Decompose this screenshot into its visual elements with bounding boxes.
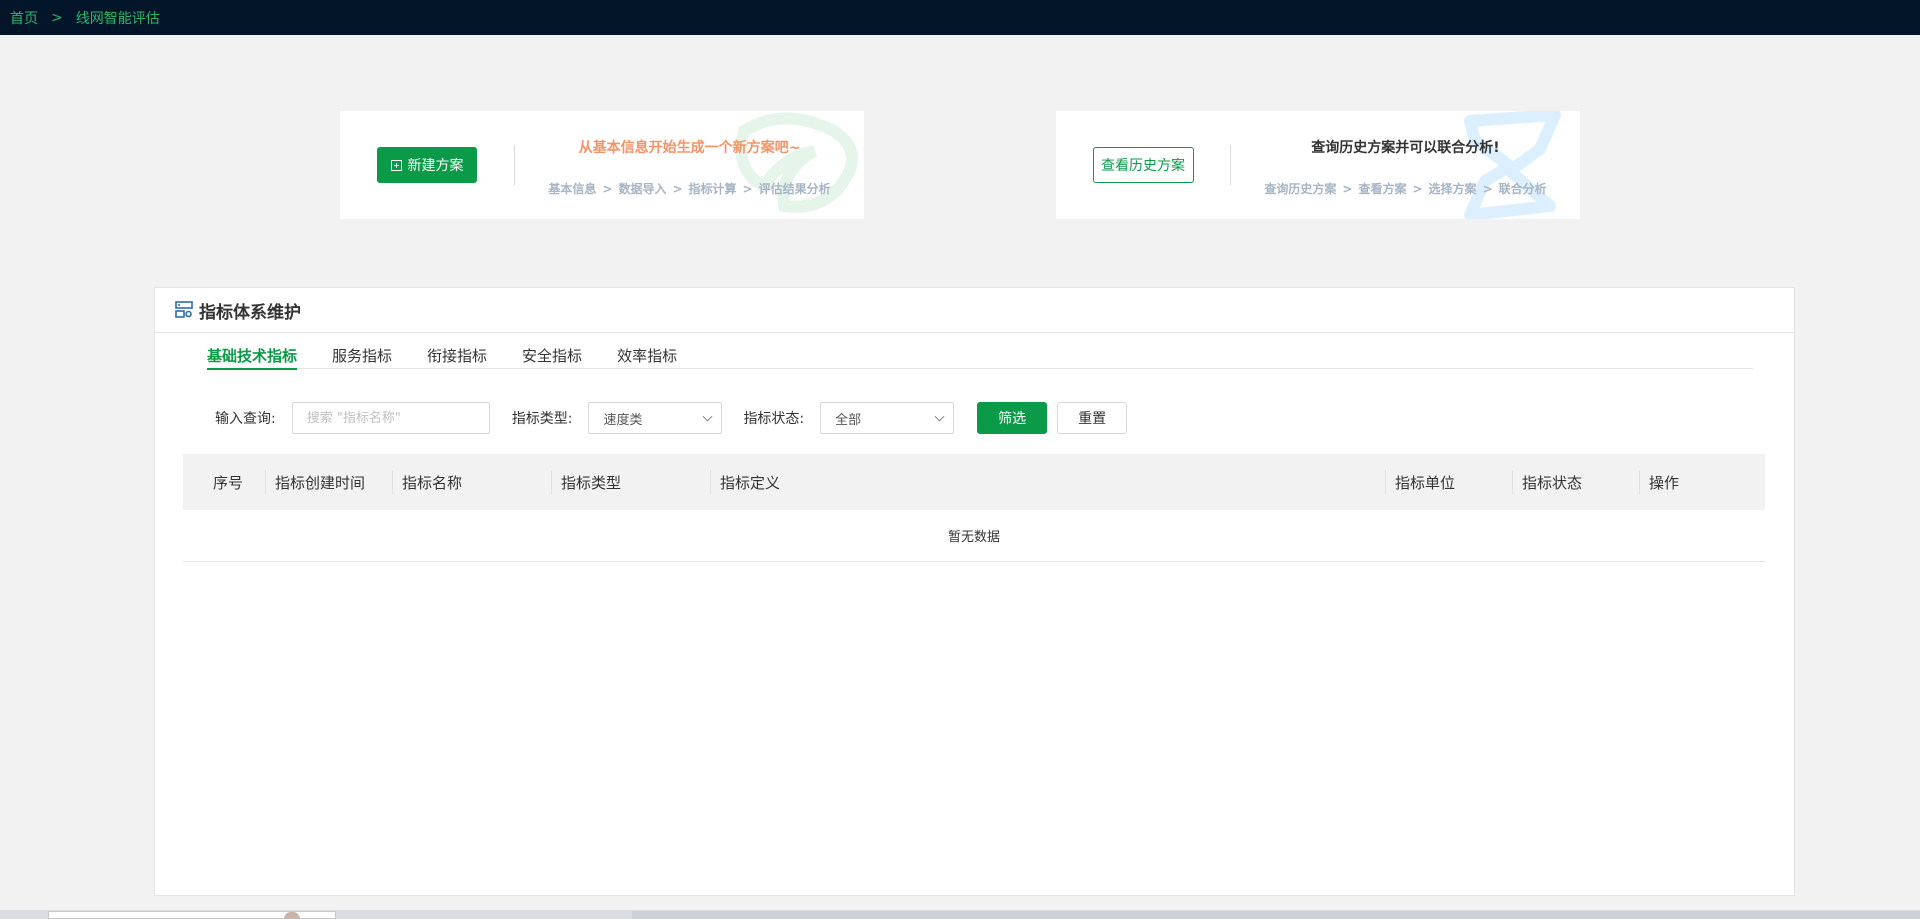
column-header: 指标名称 (392, 454, 551, 510)
empty-state: 暂无数据 (183, 510, 1765, 562)
server-settings-icon (175, 301, 193, 319)
leaf-watermark-icon (735, 112, 858, 213)
status-select[interactable]: 全部 (820, 402, 955, 434)
search-input[interactable] (291, 402, 490, 434)
new-plan-card: 新建方案 从基本信息开始生成一个新方案吧~ 基本信息 > 数据导入 > 指标计算 > 评估结… (340, 111, 864, 219)
taskbar (0, 910, 1920, 919)
column-header: 指标创建时间 (265, 454, 392, 510)
plus-square-icon (390, 159, 402, 171)
taskbar-window[interactable] (632, 911, 1920, 919)
column-header: 操作 (1639, 454, 1765, 510)
column-header: 指标单位 (1385, 454, 1512, 510)
history-plan-card: 查看历史方案 查询历史方案并可以联合分析! 查询历史方案 > 查看方案 > 选择方案 > 联… (1056, 111, 1580, 219)
new-plan-steps: 基本信息 > 数据导入 > 指标计算 > 评估结果分析 (548, 182, 831, 196)
status-label: 指标状态: (743, 411, 805, 427)
step: 查询历史方案 (1264, 182, 1337, 196)
column-header: 指标定义 (710, 454, 1385, 510)
indicator-tabs: 基础技术指标 服务指标 衔接指标 安全指标 效率指标 (207, 345, 1753, 370)
type-select[interactable]: 速度类 (588, 402, 723, 434)
avatar (284, 912, 300, 919)
chevron-down-icon (702, 411, 713, 421)
history-title: 查询历史方案并可以联合分析! (1311, 140, 1500, 156)
filter-button[interactable]: 筛选 (977, 402, 1048, 434)
new-plan-button[interactable]: 新建方案 (377, 147, 477, 183)
reset-button[interactable]: 重置 (1057, 402, 1128, 434)
step: 选择方案 (1428, 182, 1477, 196)
tab-safety[interactable]: 安全指标 (522, 345, 582, 369)
new-plan-title: 从基本信息开始生成一个新方案吧~ (578, 140, 801, 156)
step: 基本信息 (548, 182, 597, 196)
breadcrumb-current[interactable]: 线网智能评估 (76, 8, 160, 28)
view-history-button[interactable]: 查看历史方案 (1092, 147, 1194, 183)
step: 数据导入 (618, 182, 667, 196)
step: 指标计算 (688, 182, 737, 196)
tab-efficiency[interactable]: 效率指标 (617, 345, 677, 369)
hourglass-watermark-icon (1464, 111, 1561, 219)
step: 查看方案 (1358, 182, 1407, 196)
breadcrumb-separator: > (51, 9, 63, 26)
query-label: 输入查询: (215, 411, 276, 427)
chevron-down-icon (934, 411, 945, 421)
step: 评估结果分析 (758, 182, 831, 196)
column-header: 序号 (213, 473, 244, 492)
panel-header: 指标体系维护 (155, 288, 1794, 333)
column-header: 指标类型 (551, 454, 710, 510)
tab-basic-technical[interactable]: 基础技术指标 (207, 345, 298, 370)
table-header: 序号 指标创建时间 指标名称 指标类型 指标定义 指标单位 指标状态 操作 (183, 454, 1765, 510)
filter-bar: 输入查询: 指标类型: 速度类 指标状态: 全部 筛选 重置 (215, 402, 1128, 434)
column-header: 指标状态 (1512, 454, 1639, 510)
tab-connection[interactable]: 衔接指标 (427, 345, 487, 369)
status-select-value: 全部 (835, 412, 862, 428)
breadcrumb: 首页 > 线网智能评估 (0, 0, 1920, 35)
tab-service[interactable]: 服务指标 (332, 345, 392, 369)
new-plan-button-label: 新建方案 (407, 158, 464, 174)
indicator-system-panel: 指标体系维护 基础技术指标 服务指标 衔接指标 安全指标 效率指标 输入查询: … (154, 287, 1795, 896)
type-select-value: 速度类 (603, 412, 643, 428)
type-label: 指标类型: (511, 411, 573, 427)
indicator-table: 序号 指标创建时间 指标名称 指标类型 指标定义 指标单位 指标状态 操作 暂无… (183, 454, 1765, 562)
panel-title: 指标体系维护 (199, 302, 301, 323)
history-steps: 查询历史方案 > 查看方案 > 选择方案 > 联合分析 (1264, 182, 1547, 196)
step: 联合分析 (1498, 182, 1547, 196)
breadcrumb-home[interactable]: 首页 (10, 8, 38, 28)
